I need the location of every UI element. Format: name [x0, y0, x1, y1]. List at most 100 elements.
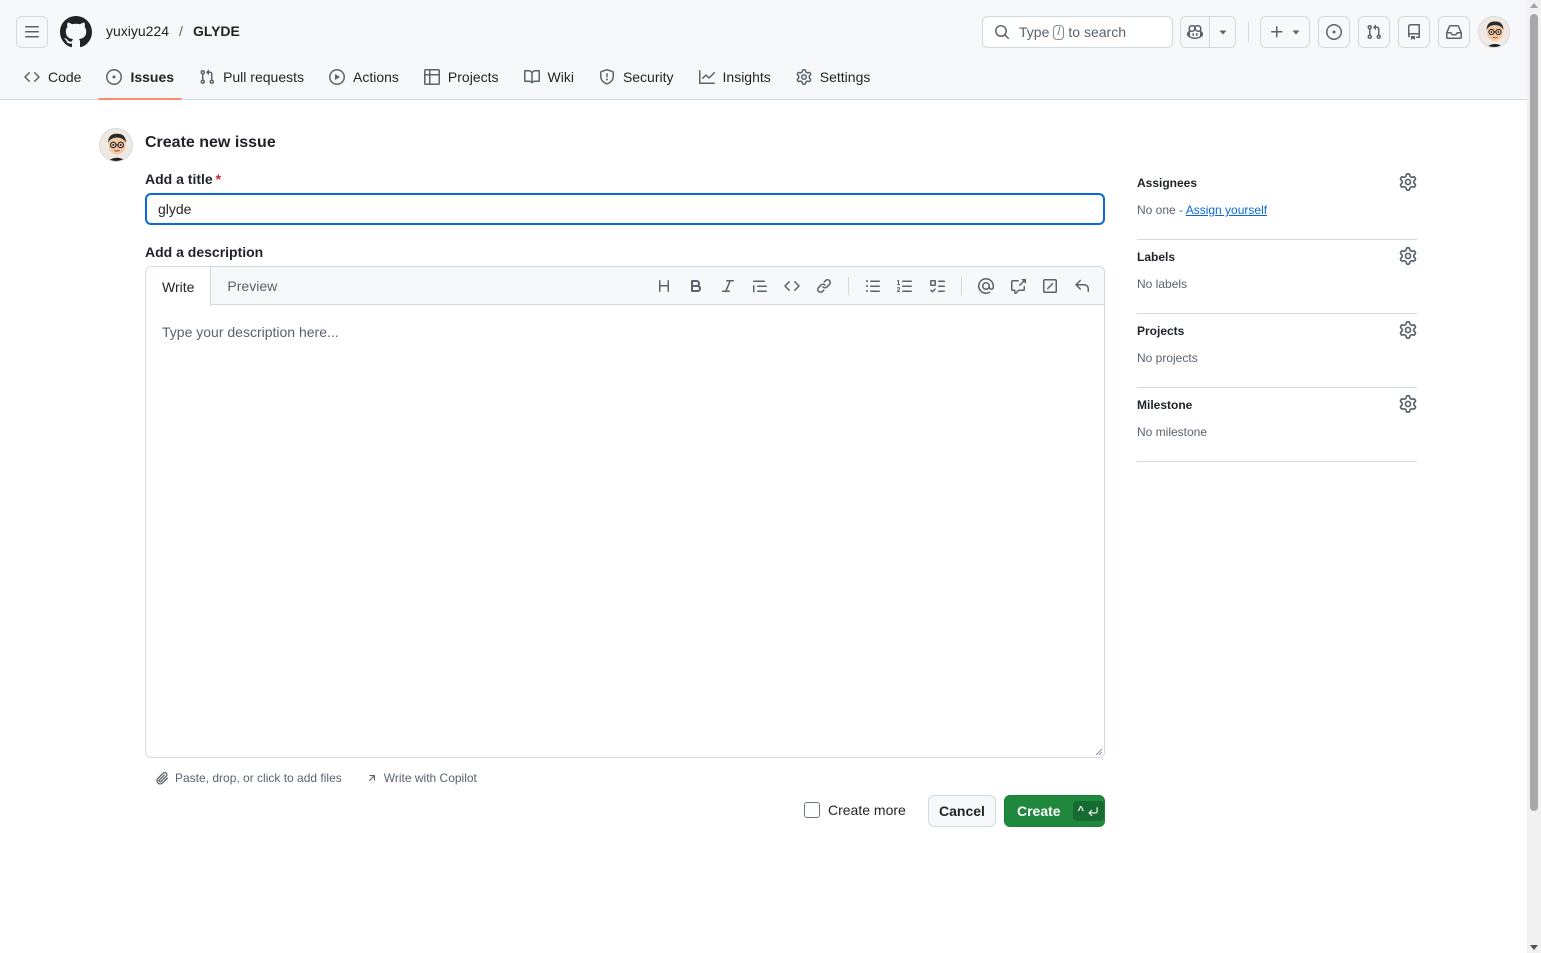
tab-preview[interactable]: Preview [211, 267, 293, 305]
cancel-button[interactable]: Cancel [928, 795, 996, 827]
quote-icon [753, 280, 767, 293]
search-icon [994, 24, 1010, 40]
issue-opened-icon [1326, 24, 1342, 40]
assignees-section: Assignees No one - Assign yourself [1137, 166, 1417, 240]
write-with-copilot-button[interactable]: Write with Copilot [366, 771, 477, 785]
tab-label: Projects [447, 69, 499, 85]
labels-value: No labels [1137, 277, 1188, 291]
github-logo-icon[interactable] [60, 16, 92, 48]
search-input[interactable]: Type / to search [982, 16, 1173, 48]
copilot-icon [1187, 24, 1203, 40]
tab-projects[interactable]: Projects [416, 60, 507, 94]
undo-button[interactable] [1066, 270, 1098, 302]
tab-pull-requests[interactable]: Pull requests [191, 60, 312, 94]
app-header: yuxiyu224 / GLYDE Type / to search Code … [0, 0, 1527, 100]
scroll-down-arrow-icon[interactable] [1530, 945, 1538, 950]
author-avatar [99, 128, 133, 162]
bold-button[interactable] [680, 270, 712, 302]
tab-label: Code [48, 69, 82, 85]
gear-icon [1399, 247, 1417, 265]
triangle-down-icon [1219, 30, 1226, 35]
italic-button[interactable] [712, 270, 744, 302]
assign-yourself-link[interactable]: Assign yourself [1186, 203, 1267, 217]
reply-icon [1075, 279, 1089, 292]
editor-header: Write Preview [146, 267, 1104, 306]
avatar-icon [1479, 17, 1509, 47]
resize-handle-icon[interactable] [1094, 747, 1103, 756]
create-more-label: Create more [828, 802, 906, 818]
projects-section: Projects No projects [1137, 314, 1417, 388]
assignees-settings-button[interactable] [1399, 173, 1417, 191]
create-more-toggle[interactable]: Create more [804, 802, 906, 818]
milestone-section: Milestone No milestone [1137, 388, 1417, 462]
mention-icon [978, 278, 994, 294]
tab-actions[interactable]: Actions [321, 60, 407, 94]
list-ordered-icon [897, 280, 912, 292]
link-button[interactable] [808, 270, 840, 302]
labels-section: Labels No labels [1137, 240, 1417, 314]
repo-owner-link[interactable]: yuxiyu224 [106, 23, 169, 39]
task-list-button[interactable] [921, 270, 953, 302]
scroll-up-arrow-icon[interactable] [1530, 3, 1538, 8]
tab-settings[interactable]: Settings [788, 60, 879, 94]
attach-files-text: Paste, drop, or click to add files [175, 771, 342, 785]
toolbar-divider [961, 277, 962, 295]
ordered-list-button[interactable] [889, 270, 921, 302]
labels-title: Labels [1137, 250, 1176, 264]
copilot-button[interactable] [1181, 17, 1210, 47]
code-icon [24, 69, 40, 85]
link-icon [816, 278, 832, 294]
description-textarea[interactable] [146, 306, 1104, 757]
milestone-title: Milestone [1137, 398, 1193, 412]
open-menu-button[interactable] [16, 16, 48, 48]
projects-settings-button[interactable] [1399, 321, 1417, 339]
tab-issues[interactable]: Issues [98, 60, 182, 100]
tab-label: Pull requests [223, 69, 304, 85]
search-prefix-text: Type [1019, 24, 1050, 40]
attach-files-button[interactable]: Paste, drop, or click to add files [155, 771, 342, 785]
create-more-checkbox[interactable] [804, 802, 820, 818]
paperclip-icon [156, 771, 169, 785]
mention-button[interactable] [970, 270, 1002, 302]
cross-reference-button[interactable] [1002, 270, 1034, 302]
tab-insights[interactable]: Insights [691, 60, 779, 94]
notifications-button[interactable] [1438, 16, 1470, 48]
code-icon [784, 280, 800, 292]
tab-security[interactable]: Security [591, 60, 682, 94]
shield-icon [599, 69, 615, 85]
your-pull-requests-button[interactable] [1358, 16, 1390, 48]
avatar-icon [100, 129, 132, 161]
labels-settings-button[interactable] [1399, 247, 1417, 265]
create-button[interactable]: Create ^ [1004, 795, 1105, 827]
copilot-button-group [1180, 16, 1236, 48]
title-label-text: Add a title [145, 171, 213, 187]
unordered-list-button[interactable] [857, 270, 889, 302]
description-label: Add a description [145, 244, 264, 260]
heading-button[interactable] [648, 270, 680, 302]
search-shortcut-key: / [1053, 24, 1065, 40]
play-icon [329, 69, 345, 85]
saved-replies-button[interactable] [1034, 270, 1066, 302]
create-new-button[interactable] [1260, 16, 1310, 48]
table-icon [423, 69, 440, 85]
quote-button[interactable] [744, 270, 776, 302]
user-avatar[interactable] [1478, 16, 1510, 48]
your-issues-button[interactable] [1318, 16, 1350, 48]
page-scrollbar[interactable] [1527, 0, 1541, 953]
scrollbar-thumb[interactable] [1530, 14, 1538, 811]
tab-wiki[interactable]: Wiki [516, 60, 582, 94]
header-divider [1248, 22, 1249, 42]
cross-reference-icon [1011, 279, 1026, 294]
code-button[interactable] [776, 270, 808, 302]
repo-icon [1408, 24, 1420, 40]
tab-write[interactable]: Write [146, 267, 212, 306]
tab-label: Wiki [547, 69, 574, 85]
milestone-value: No milestone [1137, 425, 1208, 439]
repo-name-link[interactable]: GLYDE [193, 23, 240, 39]
issue-title-input[interactable] [145, 193, 1105, 225]
tab-code[interactable]: Code [16, 60, 89, 94]
copilot-dropdown-button[interactable] [1210, 17, 1235, 47]
repositories-button[interactable] [1398, 16, 1430, 48]
milestone-settings-button[interactable] [1399, 395, 1417, 413]
graph-icon [698, 69, 715, 85]
